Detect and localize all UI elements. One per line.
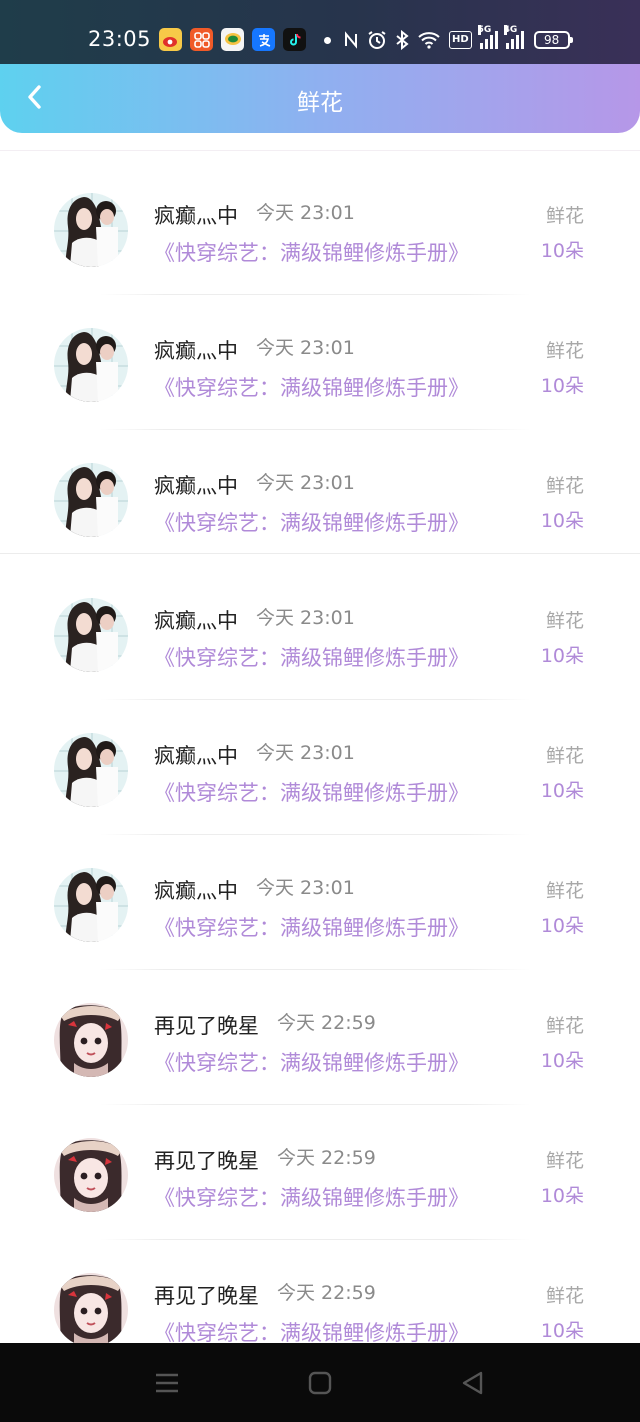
gift-count: 10朵	[540, 240, 584, 262]
timestamp: 今天 23:01	[256, 472, 355, 494]
user-name[interactable]: 再见了晚星	[154, 1145, 259, 1175]
list-item[interactable]: 疯癫灬中 今天 23:01 《快穿综艺：满级锦鲤修炼手册》 鲜花 10朵	[0, 565, 640, 700]
gift-type: 鲜花	[545, 610, 584, 632]
list-item[interactable]: 疯癫灬中 今天 23:01 《快穿综艺：满级锦鲤修炼手册》 鲜花 10朵	[0, 430, 640, 565]
alipay-icon	[252, 28, 275, 51]
avatar[interactable]	[54, 463, 128, 537]
timestamp: 今天 22:59	[277, 1012, 376, 1034]
hd-badge: HD	[449, 31, 472, 49]
book-title[interactable]: 《快穿综艺：满级锦鲤修炼手册》	[154, 507, 469, 537]
gift-count: 10朵	[540, 1185, 584, 1207]
book-title[interactable]: 《快穿综艺：满级锦鲤修炼手册》	[154, 1047, 469, 1077]
gift-count: 10朵	[540, 1050, 584, 1072]
book-title[interactable]: 《快穿综艺：满级锦鲤修炼手册》	[154, 237, 469, 267]
signal-4g-icon: 4G	[503, 25, 524, 49]
menu-icon[interactable]	[154, 1370, 180, 1396]
timestamp: 今天 23:01	[256, 742, 355, 764]
gift-record-list[interactable]: 疯癫灬中 今天 23:01 《快穿综艺：满级锦鲤修炼手册》 鲜花 10朵 疯癫灬…	[0, 160, 640, 1375]
list-item[interactable]: 再见了晚星 今天 22:59 《快穿综艺：满级锦鲤修炼手册》 鲜花 10朵	[0, 1105, 640, 1240]
user-name[interactable]: 疯癫灬中	[154, 605, 238, 635]
status-time: 23:05	[88, 27, 152, 51]
user-name[interactable]: 疯癫灬中	[154, 200, 238, 230]
battery-indicator: 98	[533, 31, 573, 49]
signal-5g-icon: 5G	[477, 25, 498, 49]
gift-count: 10朵	[540, 645, 584, 667]
notification-dot-icon	[324, 36, 331, 44]
system-nav-bar	[0, 1343, 640, 1422]
avatar[interactable]	[54, 193, 128, 267]
gift-type: 鲜花	[545, 205, 584, 227]
gift-count: 10朵	[540, 375, 584, 397]
system-indicators: HD 5G 4G 98	[320, 25, 573, 52]
gift-count: 10朵	[540, 510, 584, 532]
user-name[interactable]: 疯癫灬中	[154, 875, 238, 905]
gift-type: 鲜花	[545, 880, 584, 902]
divider	[0, 553, 640, 554]
gift-type: 鲜花	[545, 745, 584, 767]
page-header: 鲜花	[0, 64, 640, 133]
home-square-icon[interactable]	[307, 1370, 333, 1396]
avatar[interactable]	[54, 1273, 128, 1347]
book-title[interactable]: 《快穿综艺：满级锦鲤修炼手册》	[154, 642, 469, 672]
bluetooth-icon	[396, 30, 409, 50]
chat-bubble-icon	[221, 28, 244, 51]
list-item[interactable]: 疯癫灬中 今天 23:01 《快穿综艺：满级锦鲤修炼手册》 鲜花 10朵	[0, 160, 640, 295]
page-title: 鲜花	[297, 90, 343, 116]
gift-count: 10朵	[540, 915, 584, 937]
book-title[interactable]: 《快穿综艺：满级锦鲤修炼手册》	[154, 1182, 469, 1212]
avatar[interactable]	[54, 733, 128, 807]
avatar[interactable]	[54, 328, 128, 402]
book-title[interactable]: 《快穿综艺：满级锦鲤修炼手册》	[154, 777, 469, 807]
avatar[interactable]	[54, 598, 128, 672]
book-title[interactable]: 《快穿综艺：满级锦鲤修炼手册》	[154, 912, 469, 942]
timestamp: 今天 23:01	[256, 337, 355, 359]
timestamp: 今天 22:59	[277, 1282, 376, 1304]
divider	[0, 150, 640, 151]
user-name[interactable]: 疯癫灬中	[154, 335, 238, 365]
user-name[interactable]: 再见了晚星	[154, 1010, 259, 1040]
gift-type: 鲜花	[545, 1015, 584, 1037]
timestamp: 今天 22:59	[277, 1147, 376, 1169]
app-grid-icon	[190, 28, 213, 51]
wifi-icon	[418, 32, 440, 49]
list-item[interactable]: 疯癫灬中 今天 23:01 《快穿综艺：满级锦鲤修炼手册》 鲜花 10朵	[0, 700, 640, 835]
notification-icons	[159, 28, 306, 51]
gift-type: 鲜花	[545, 1150, 584, 1172]
timestamp: 今天 23:01	[256, 202, 355, 224]
avatar[interactable]	[54, 1003, 128, 1077]
book-title[interactable]: 《快穿综艺：满级锦鲤修炼手册》	[154, 372, 469, 402]
gift-count: 10朵	[540, 1320, 584, 1342]
weibo-icon	[159, 28, 182, 51]
list-item[interactable]: 疯癫灬中 今天 23:01 《快穿综艺：满级锦鲤修炼手册》 鲜花 10朵	[0, 295, 640, 430]
gift-type: 鲜花	[545, 1285, 584, 1307]
avatar[interactable]	[54, 1138, 128, 1212]
tiktok-icon	[283, 28, 306, 51]
avatar[interactable]	[54, 868, 128, 942]
user-name[interactable]: 再见了晚星	[154, 1280, 259, 1310]
gift-type: 鲜花	[545, 475, 584, 497]
gift-count: 10朵	[540, 780, 584, 802]
timestamp: 今天 23:01	[256, 607, 355, 629]
back-triangle-icon[interactable]	[460, 1370, 486, 1396]
list-item[interactable]: 疯癫灬中 今天 23:01 《快穿综艺：满级锦鲤修炼手册》 鲜花 10朵	[0, 835, 640, 970]
alarm-icon	[368, 31, 386, 49]
user-name[interactable]: 疯癫灬中	[154, 740, 238, 770]
timestamp: 今天 23:01	[256, 877, 355, 899]
gift-type: 鲜花	[545, 340, 584, 362]
user-name[interactable]: 疯癫灬中	[154, 470, 238, 500]
status-bar: 23:05 HD 5G 4G 98	[0, 0, 640, 64]
list-item[interactable]: 再见了晚星 今天 22:59 《快穿综艺：满级锦鲤修炼手册》 鲜花 10朵	[0, 970, 640, 1105]
nfc-icon	[345, 31, 357, 49]
